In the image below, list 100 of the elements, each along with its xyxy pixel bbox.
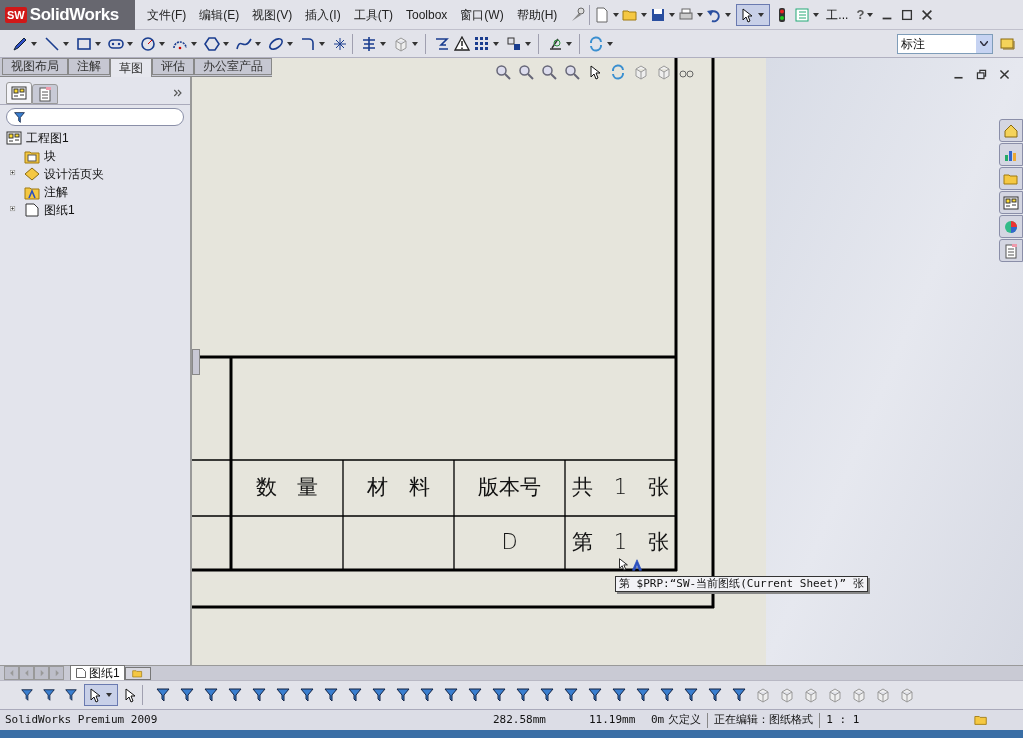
caret-icon[interactable] <box>223 41 229 46</box>
filter-icon[interactable] <box>155 687 171 703</box>
grid-icon[interactable] <box>474 35 490 52</box>
caret-icon[interactable] <box>641 12 648 17</box>
filter-icon[interactable] <box>395 687 411 703</box>
offset-icon[interactable] <box>434 35 450 52</box>
tree-item[interactable]: 图纸1 <box>44 201 75 219</box>
caret-icon[interactable] <box>95 41 101 46</box>
caret-icon[interactable] <box>412 41 418 46</box>
menu-item[interactable]: 工具(T) <box>347 4 399 25</box>
filter-icon[interactable] <box>587 687 603 703</box>
caret-icon[interactable] <box>255 41 261 46</box>
help-button[interactable]: ? <box>856 4 865 25</box>
rectangle-icon[interactable] <box>76 35 92 52</box>
line-icon[interactable] <box>44 35 60 52</box>
filter-icon[interactable] <box>491 687 507 703</box>
menu-item[interactable]: 帮助(H) <box>510 4 564 25</box>
pointer-icon[interactable] <box>587 64 603 80</box>
move-icon[interactable] <box>506 35 522 52</box>
zoom-icon[interactable] <box>495 64 511 80</box>
close-icon[interactable] <box>920 7 935 22</box>
caret-icon[interactable] <box>697 12 704 17</box>
add-sheet-button[interactable] <box>124 667 151 680</box>
caret-icon[interactable] <box>867 12 874 17</box>
filter-field[interactable] <box>6 108 184 126</box>
tree-item[interactable]: 块 <box>44 147 56 165</box>
filter-icon[interactable] <box>443 687 459 703</box>
menu-item[interactable]: Toolbox <box>400 4 454 25</box>
filter-icon[interactable] <box>635 687 651 703</box>
select-tool-button[interactable] <box>736 3 771 26</box>
sheet-tab[interactable]: 图纸1 <box>70 665 125 680</box>
caret-icon[interactable] <box>669 12 676 17</box>
filter-icon[interactable] <box>419 687 435 703</box>
caret-icon[interactable] <box>31 41 37 46</box>
stack-icon[interactable] <box>999 35 1015 52</box>
filter-icon[interactable] <box>515 687 531 703</box>
circle-icon[interactable] <box>140 35 156 52</box>
brush-icon[interactable] <box>569 6 586 23</box>
task-pane-tab[interactable] <box>999 119 1023 142</box>
caret-icon[interactable] <box>127 41 133 46</box>
menu-item[interactable]: 视图(V) <box>246 4 299 25</box>
caret-icon[interactable] <box>813 12 820 17</box>
property-tab[interactable] <box>32 84 58 104</box>
maximize-icon[interactable] <box>900 7 915 22</box>
feature-tree-tab[interactable] <box>6 82 32 104</box>
pointer-icon[interactable] <box>122 687 138 703</box>
ellipse-icon[interactable] <box>268 35 284 52</box>
caret-icon[interactable] <box>607 41 613 46</box>
caret-icon[interactable] <box>758 12 765 17</box>
save-icon[interactable] <box>650 6 667 23</box>
zoom-icon[interactable] <box>564 64 580 80</box>
warning-icon[interactable] <box>454 35 470 52</box>
filter-icon[interactable] <box>611 687 627 703</box>
tree-item[interactable]: 工程图1 <box>26 129 69 147</box>
caret-icon[interactable] <box>63 41 69 46</box>
restore-icon[interactable] <box>975 68 988 81</box>
filter-icon[interactable] <box>707 687 723 703</box>
point-icon[interactable] <box>332 35 348 52</box>
menu-item[interactable]: 窗口(W) <box>454 4 510 25</box>
filter-icon[interactable] <box>64 688 78 702</box>
menu-item[interactable]: 文件(F) <box>141 4 193 25</box>
task-pane-tab[interactable] <box>999 239 1023 262</box>
filter-icon[interactable] <box>467 687 483 703</box>
note-anchor-icon[interactable] <box>631 559 643 571</box>
filter-icon[interactable] <box>20 688 34 702</box>
filter-icon[interactable] <box>179 687 195 703</box>
caret-icon[interactable] <box>191 41 197 46</box>
tree-item[interactable]: 注解 <box>44 183 68 201</box>
filter-icon[interactable] <box>323 687 339 703</box>
caret-icon[interactable] <box>287 41 293 46</box>
filter-icon[interactable] <box>227 687 243 703</box>
task-pane-tab[interactable] <box>999 215 1023 238</box>
ribbon-tab[interactable]: 办公室产品 <box>194 58 272 75</box>
filter-icon[interactable] <box>371 687 387 703</box>
caret-icon[interactable] <box>380 41 386 46</box>
fillet-icon[interactable] <box>300 35 316 52</box>
zoom-icon[interactable] <box>541 64 557 80</box>
filter-icon[interactable] <box>347 687 363 703</box>
caret-icon[interactable] <box>493 41 499 46</box>
filter-icon[interactable] <box>203 687 219 703</box>
zoom-icon[interactable] <box>518 64 534 80</box>
pencil-icon[interactable] <box>12 35 28 52</box>
close-icon[interactable] <box>998 68 1011 81</box>
caret-icon[interactable] <box>106 693 112 697</box>
mirror-icon[interactable] <box>361 35 377 52</box>
filter-icon[interactable] <box>251 687 267 703</box>
filter-icon[interactable] <box>563 687 579 703</box>
caret-icon[interactable] <box>159 41 165 46</box>
ribbon-tab[interactable]: 注解 <box>68 58 110 75</box>
select-tool-button[interactable] <box>84 684 118 706</box>
ribbon-tab[interactable]: 评估 <box>152 58 194 75</box>
caret-icon[interactable] <box>319 41 325 46</box>
filter-icon[interactable] <box>42 688 56 702</box>
task-pane-tab[interactable] <box>999 191 1023 214</box>
caret-icon[interactable] <box>725 12 732 17</box>
panel-collapse-handle[interactable] <box>192 349 200 375</box>
tree-item[interactable]: 设计活页夹 <box>44 165 104 183</box>
filter-icon[interactable] <box>539 687 555 703</box>
ribbon-tab[interactable]: 草图 <box>110 58 152 77</box>
printer-icon[interactable] <box>678 6 695 23</box>
